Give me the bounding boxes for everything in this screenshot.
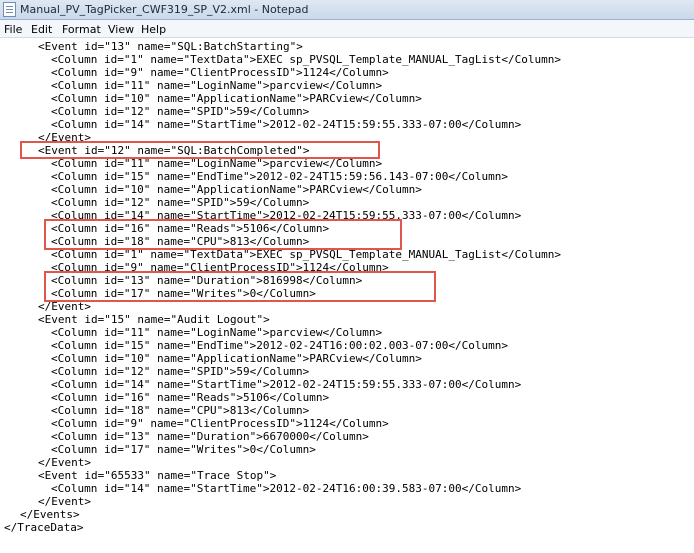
text-line: <Column id="18" name="CPU">813</Column> [51,404,310,417]
highlight-box-event-batch-completed [20,141,380,159]
menu-edit[interactable]: Edit [31,23,52,36]
text-line: <Column id="13" name="Duration">6670000<… [51,430,369,443]
text-line: <Column id="14" name="StartTime">2012-02… [51,482,522,495]
menu-help[interactable]: Help [141,23,166,36]
text-line: <Column id="10" name="ApplicationName">P… [51,92,422,105]
text-line: <Event id="13" name="SQL:BatchStarting"> [38,40,303,53]
text-line: <Column id="1" name="TextData">EXEC sp_P… [51,53,561,66]
menu-bar: File Edit Format View Help [0,20,694,38]
text-line: <Column id="11" name="LoginName">parcvie… [51,326,383,339]
text-line: <Event id="65533" name="Trace Stop"> [38,469,277,482]
window-title: Manual_PV_TagPicker_CWF319_SP_V2.xml - N… [20,3,309,16]
text-line: <Column id="9" name="ClientProcessID">11… [51,66,389,79]
notepad-icon [3,2,16,17]
highlight-box-reads-cpu [44,219,402,250]
text-line: <Column id="17" name="Writes">0</Column> [51,443,316,456]
text-line: </Events> [20,508,80,521]
text-line: <Column id="12" name="SPID">59</Column> [51,196,310,209]
text-line: <Event id="15" name="Audit Logout"> [38,313,270,326]
text-line: <Column id="10" name="ApplicationName">P… [51,183,422,196]
text-line: <Column id="12" name="SPID">59</Column> [51,365,310,378]
text-line: <Column id="9" name="ClientProcessID">11… [51,417,389,430]
text-line: <Column id="10" name="ApplicationName">P… [51,352,422,365]
text-line: <Column id="16" name="Reads">5106</Colum… [51,391,330,404]
text-line: <Column id="11" name="LoginName">parcvie… [51,79,383,92]
highlight-box-duration-writes [44,271,436,302]
text-line: <Column id="15" name="EndTime">2012-02-2… [51,170,508,183]
menu-file[interactable]: File [4,23,22,36]
text-line: <Column id="12" name="SPID">59</Column> [51,105,310,118]
menu-view[interactable]: View [108,23,134,36]
text-line: <Column id="14" name="StartTime">2012-02… [51,118,522,131]
text-line: <Column id="14" name="StartTime">2012-02… [51,378,522,391]
text-line: </Event> [38,495,91,508]
text-line: <Column id="15" name="EndTime">2012-02-2… [51,339,508,352]
text-editor-area[interactable]: <Event id="13" name="SQL:BatchStarting">… [0,38,694,553]
title-bar[interactable]: Manual_PV_TagPicker_CWF319_SP_V2.xml - N… [0,0,694,20]
menu-format[interactable]: Format [62,23,101,36]
text-line: </TraceData> [4,521,84,534]
text-line: </Event> [38,456,91,469]
